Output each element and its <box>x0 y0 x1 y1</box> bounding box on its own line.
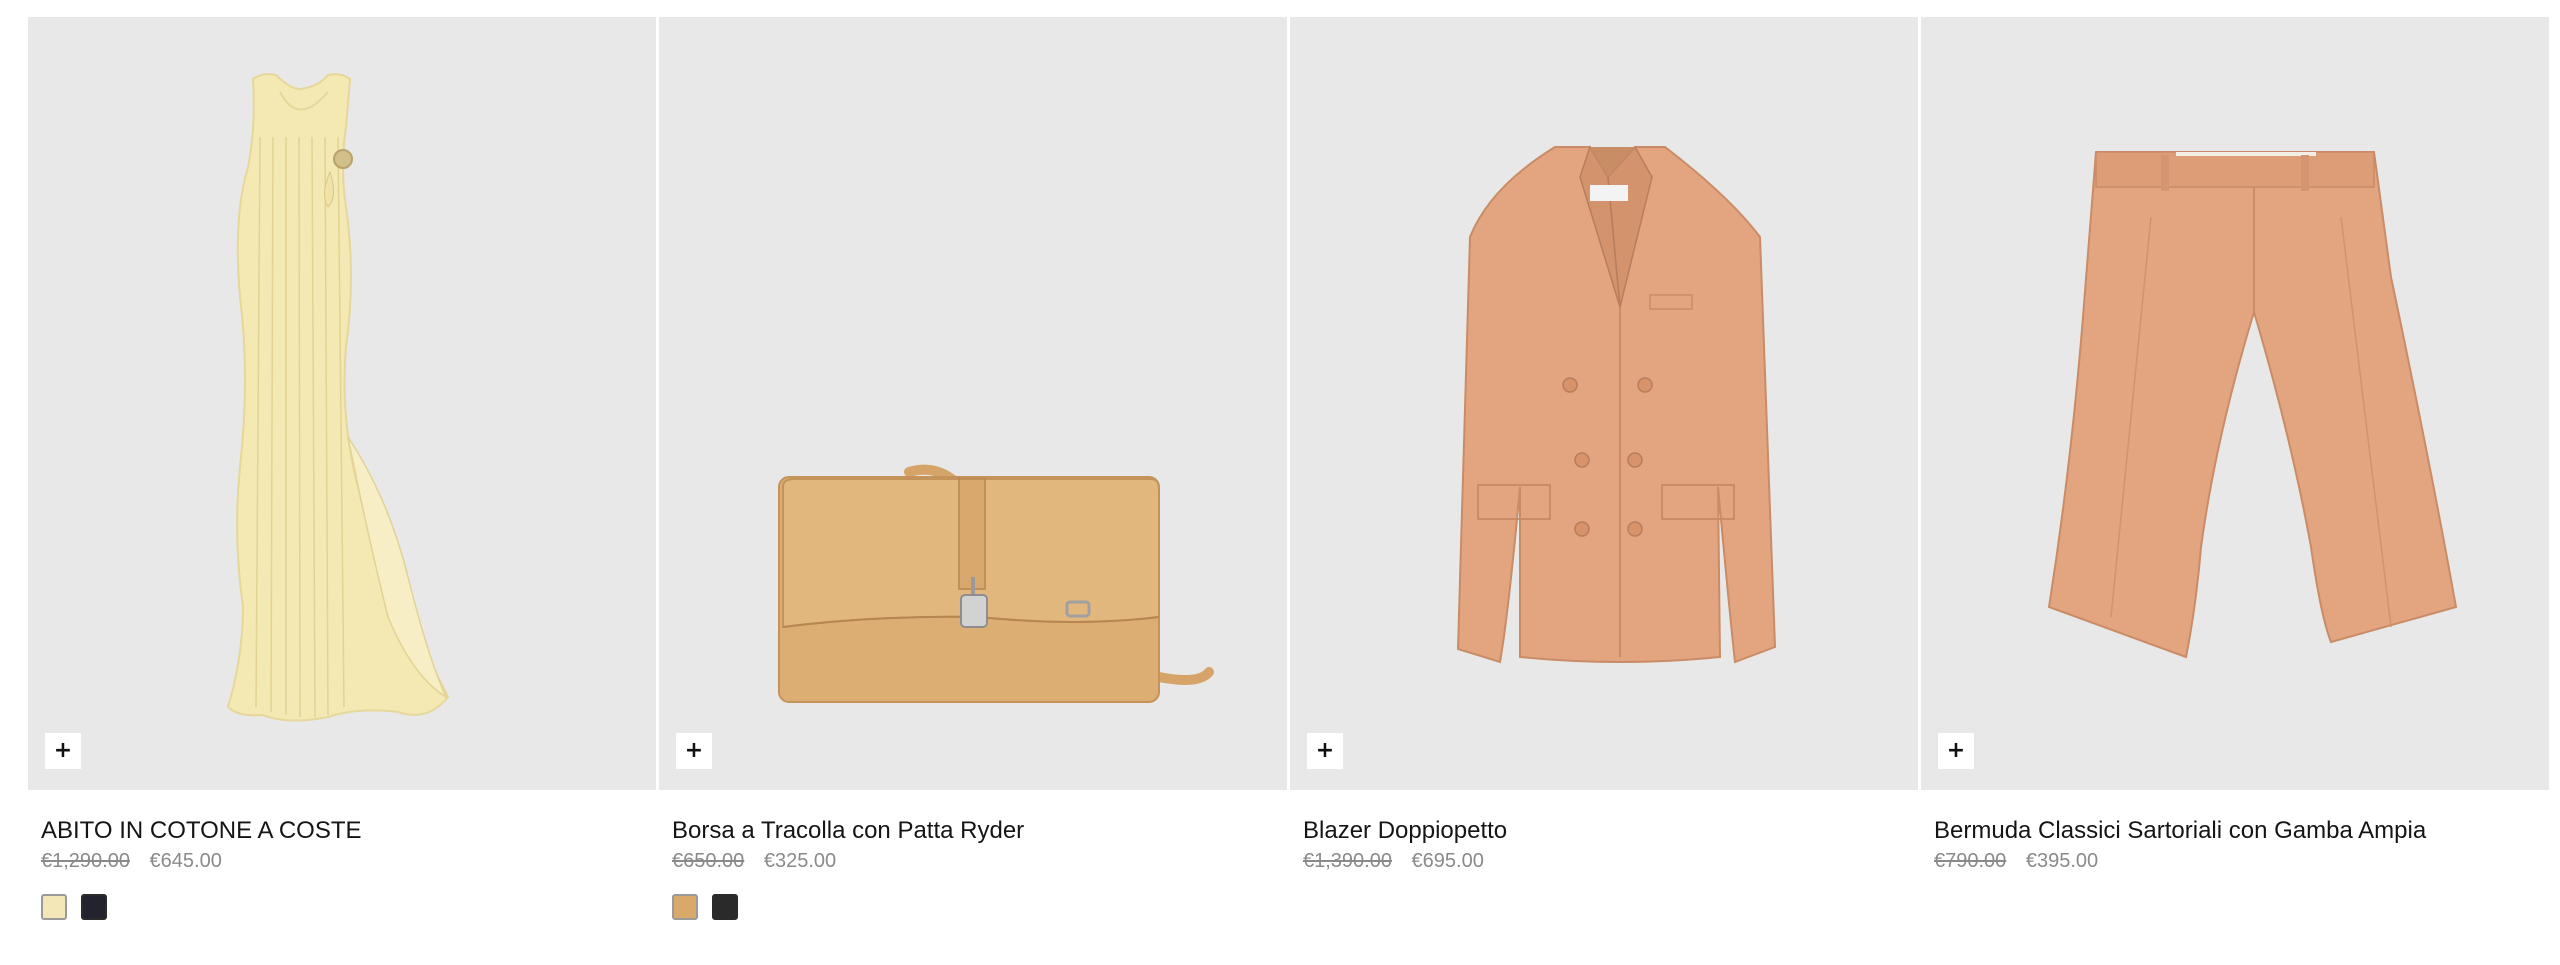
bermuda-image <box>2047 151 2458 659</box>
product-title[interactable]: ABITO IN COTONE A COSTE <box>41 816 643 846</box>
sale-price: €395.00 <box>2025 850 2099 872</box>
bag-image <box>778 464 1214 703</box>
product-image[interactable]: + <box>1921 17 2549 790</box>
original-price: €1,290.00 <box>41 850 130 872</box>
product-info: Borsa a Tracolla con Patta Ryder €650.00… <box>659 816 1287 920</box>
add-to-bag-button[interactable]: + <box>45 733 81 769</box>
color-swatch-yellow[interactable] <box>41 894 67 920</box>
product-title[interactable]: Borsa a Tracolla con Patta Ryder <box>672 816 1274 846</box>
blazer-image <box>1456 145 1777 664</box>
product-image[interactable]: + <box>28 17 656 790</box>
product-info: ABITO IN COTONE A COSTE €1,290.00 €645.0… <box>28 816 656 920</box>
product-info: Blazer Doppiopetto €1,390.00 €695.00 <box>1290 816 1918 876</box>
product-title[interactable]: Bermuda Classici Sartoriali con Gamba Am… <box>1934 816 2536 846</box>
product-card: + Bermuda Classici Sartoriali con Gamba … <box>1921 17 2549 920</box>
original-price: €650.00 <box>672 850 745 872</box>
add-to-bag-button[interactable]: + <box>1938 733 1974 769</box>
product-card: + Blazer Doppiopetto €1,390.00 €695.00 <box>1290 17 1918 920</box>
sale-price: €695.00 <box>1411 850 1484 872</box>
color-swatch-black[interactable] <box>712 894 738 920</box>
product-prices: €1,390.00 €695.00 <box>1303 846 1905 876</box>
product-card: + Borsa a Tracolla con Patta Ryder €650.… <box>659 17 1287 920</box>
product-grid: + ABITO IN COTONE A COSTE €1,290.00 €645… <box>28 17 2549 920</box>
color-swatches <box>672 894 1274 920</box>
add-to-bag-button[interactable]: + <box>676 733 712 769</box>
product-info: Bermuda Classici Sartoriali con Gamba Am… <box>1921 816 2549 876</box>
color-swatches <box>41 894 643 920</box>
product-image[interactable]: + <box>1290 17 1918 790</box>
add-to-bag-button[interactable]: + <box>1307 733 1343 769</box>
sale-price: €645.00 <box>149 850 222 872</box>
original-price: €1,390.00 <box>1303 850 1392 872</box>
original-price: €790.00 <box>1934 850 2007 872</box>
product-prices: €1,290.00 €645.00 <box>41 846 643 876</box>
product-image[interactable]: + <box>659 17 1287 790</box>
color-swatch-tan[interactable] <box>672 894 698 920</box>
sale-price: €325.00 <box>763 850 837 872</box>
dress-image <box>226 73 450 722</box>
color-swatch-navy[interactable] <box>81 894 107 920</box>
product-prices: €650.00 €325.00 <box>672 846 1274 876</box>
product-card: + ABITO IN COTONE A COSTE €1,290.00 €645… <box>28 17 656 920</box>
product-prices: €790.00 €395.00 <box>1934 846 2536 876</box>
product-title[interactable]: Blazer Doppiopetto <box>1303 816 1905 846</box>
